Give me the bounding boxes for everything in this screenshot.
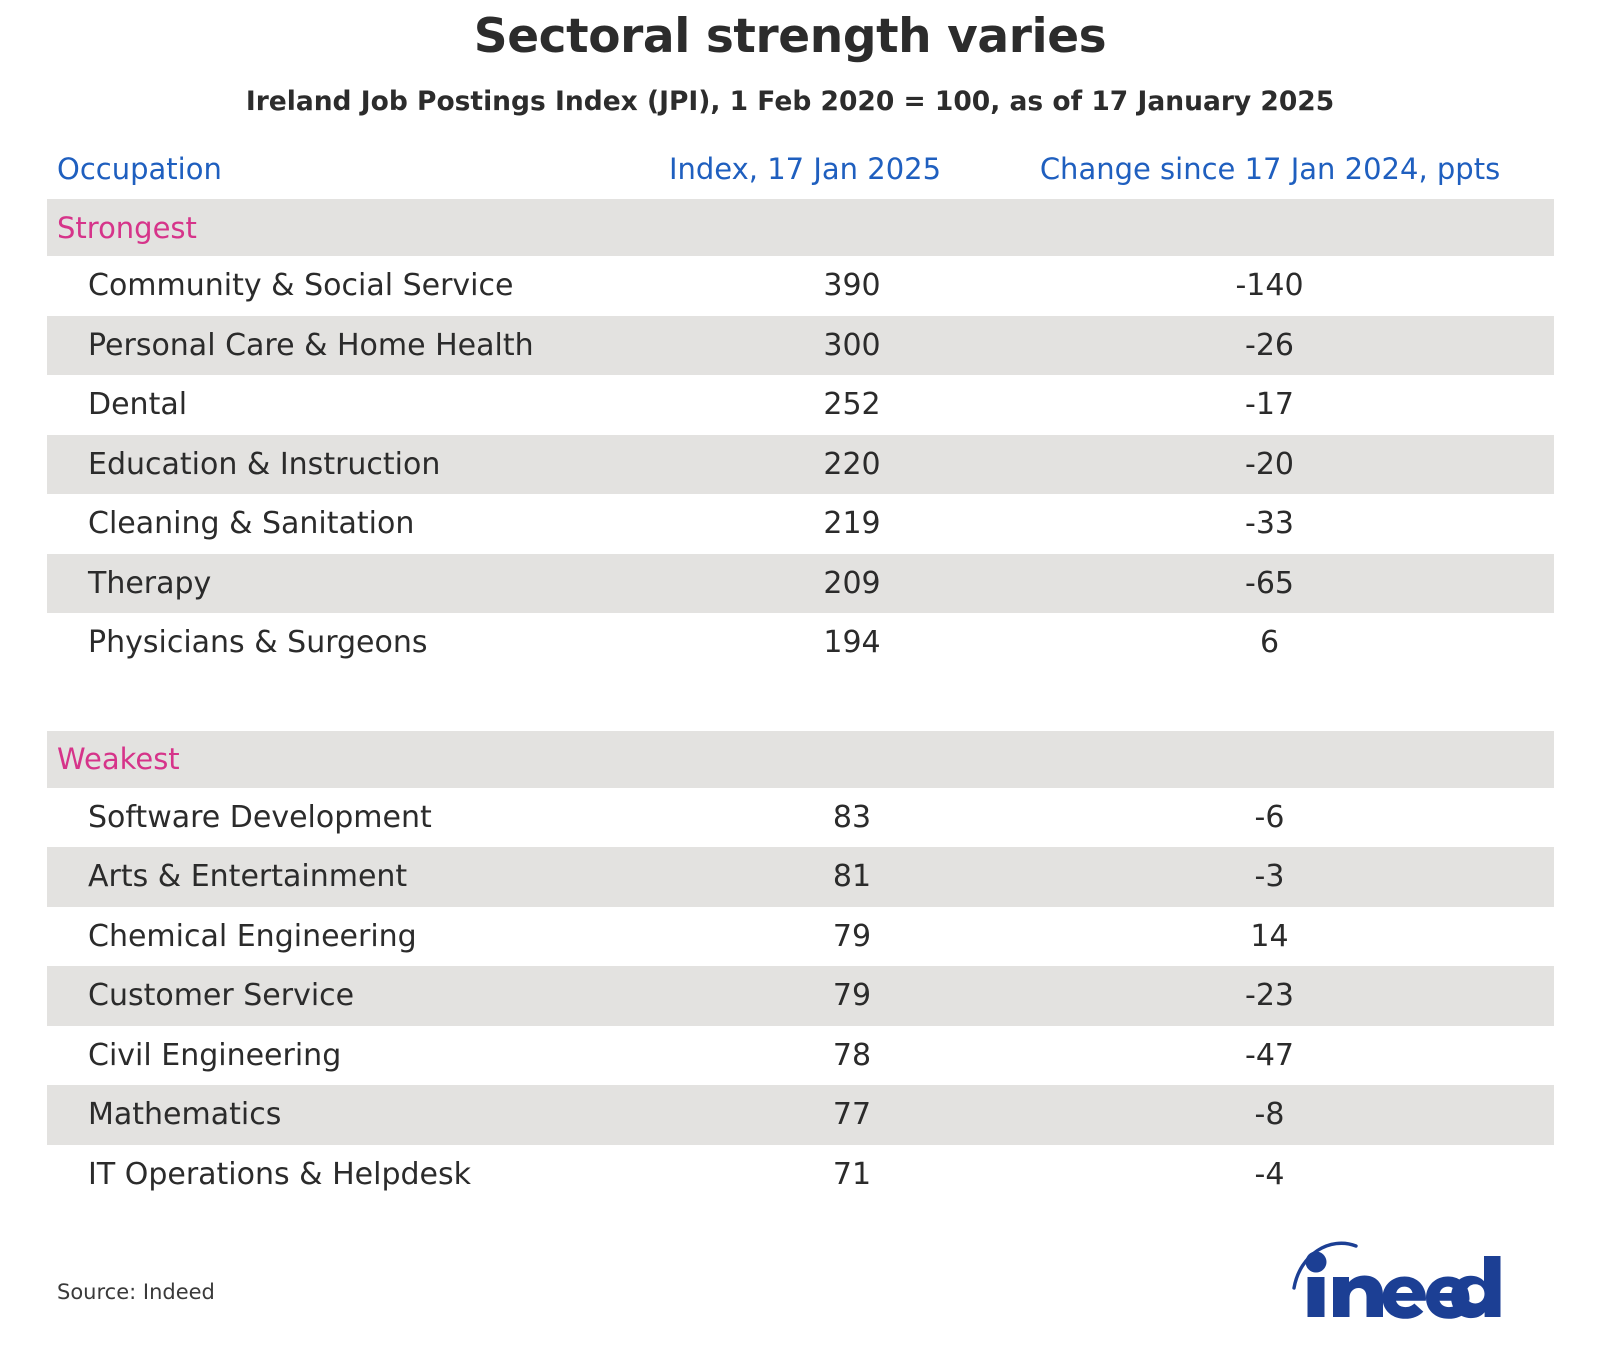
group-label: Strongest <box>57 210 197 245</box>
cell-occupation: IT Operations & Helpdesk <box>88 1156 471 1192</box>
cell-occupation: Dental <box>88 387 188 423</box>
cell-change: -6 <box>1254 799 1285 835</box>
cell-occupation: Chemical Engineering <box>88 918 417 954</box>
table-row: Therapy 209 -65 <box>47 553 1554 613</box>
cell-change: -23 <box>1245 978 1294 1014</box>
cell-occupation: Cleaning & Sanitation <box>88 506 415 542</box>
column-header-occupation: Occupation <box>57 152 222 186</box>
table-row: Software Development 83 -6 <box>47 788 1554 848</box>
table-row: IT Operations & Helpdesk 71 -4 <box>47 1145 1554 1205</box>
table-row: Community & Social Service 390 -140 <box>47 256 1554 316</box>
cell-occupation: Civil Engineering <box>88 1037 342 1073</box>
cell-change: -3 <box>1254 859 1285 895</box>
column-header-change: Change since 17 Jan 2024, ppts <box>1039 152 1501 186</box>
cell-occupation: Education & Instruction <box>88 446 441 482</box>
column-header-index: Index, 17 Jan 2025 <box>668 152 942 186</box>
group-header-row: Weakest <box>47 730 1554 788</box>
table-row: Personal Care & Home Health 300 -26 <box>47 315 1554 375</box>
table-row: Dental 252 -17 <box>47 375 1554 435</box>
page-title: Sectoral strength varies <box>473 9 1107 64</box>
cell-change: -17 <box>1245 387 1294 423</box>
cell-change: -20 <box>1245 446 1294 482</box>
cell-occupation: Therapy <box>88 565 212 601</box>
table-row: Arts & Entertainment 81 -3 <box>47 847 1554 907</box>
cell-change: 14 <box>1250 918 1289 954</box>
cell-change: -26 <box>1245 327 1294 363</box>
cell-occupation: Software Development <box>88 799 432 835</box>
group-header-row: Strongest <box>47 199 1554 256</box>
table-row: Cleaning & Sanitation 219 -33 <box>47 494 1554 554</box>
table-row: Mathematics 77 -8 <box>47 1085 1554 1145</box>
chart-page: Sectoral strength varies Ireland Job Pos… <box>0 0 1600 1366</box>
cell-change: -47 <box>1245 1037 1294 1073</box>
data-table: Strongest Community & Social Service 390 -1… <box>47 199 1554 1204</box>
indeed-logo <box>1286 1232 1501 1320</box>
table-row: Chemical Engineering 79 14 <box>47 907 1554 967</box>
column-headers: Occupation Index, 17 Jan 2025 Change sin… <box>0 147 1600 191</box>
cell-change: 6 <box>1259 625 1280 661</box>
source-note: Source: Indeed <box>57 1280 215 1304</box>
cell-occupation: Arts & Entertainment <box>88 859 408 895</box>
table-row: Education & Instruction 220 -20 <box>47 434 1554 494</box>
page-subtitle: Ireland Job Postings Index (JPI), 1 Feb … <box>245 86 1335 117</box>
table-row: Physicians & Surgeons 194 6 <box>47 613 1554 673</box>
cell-occupation: Personal Care & Home Health <box>88 327 534 363</box>
table-row: Customer Service 79 -23 <box>47 966 1554 1026</box>
cell-change: -8 <box>1254 1097 1285 1133</box>
group-label: Weakest <box>57 742 180 776</box>
cell-occupation: Community & Social Service <box>88 268 514 304</box>
cell-occupation: Customer Service <box>88 978 355 1014</box>
cell-change: -33 <box>1245 506 1294 542</box>
cell-change: -140 <box>1235 268 1304 304</box>
cell-change: -4 <box>1254 1156 1285 1192</box>
cell-occupation: Physicians & Surgeons <box>88 625 428 661</box>
table-row: Civil Engineering 78 -47 <box>47 1026 1554 1086</box>
cell-occupation: Mathematics <box>88 1097 282 1133</box>
cell-change: -65 <box>1245 565 1294 601</box>
